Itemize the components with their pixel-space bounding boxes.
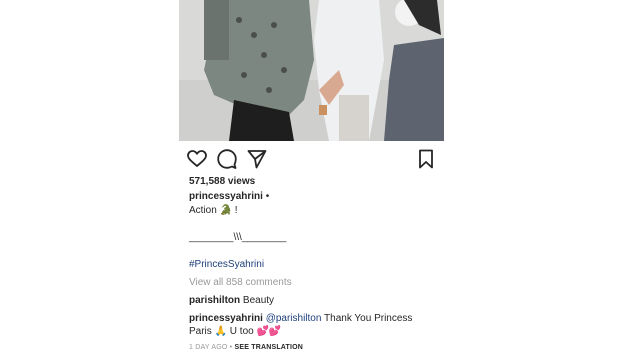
caption-username[interactable]: princessyahrini xyxy=(189,191,263,202)
heart-icon[interactable] xyxy=(187,149,207,169)
hashtag-link[interactable]: #PrincesSyahrini xyxy=(189,259,264,270)
caption-dot: • xyxy=(262,191,270,202)
post-timestamp: 1 DAY AGO xyxy=(189,344,228,351)
send-icon[interactable] xyxy=(247,149,267,169)
bookmark-icon[interactable] xyxy=(416,149,436,169)
post-video-image xyxy=(179,0,444,141)
comment-text: Beauty xyxy=(240,295,275,306)
post-video[interactable] xyxy=(179,0,444,141)
caption: princessyahrini • xyxy=(189,191,269,202)
comment-username[interactable]: princessyahrini xyxy=(189,313,263,324)
post-meta: 1 DAY AGO • SEE TRANSLATION xyxy=(189,344,303,351)
comment-icon[interactable] xyxy=(217,149,237,169)
comment-username[interactable]: parishilton xyxy=(189,295,240,306)
view-count[interactable]: 571,588 views xyxy=(189,176,255,187)
comment-mention[interactable]: @parishilton xyxy=(263,313,322,324)
comment-item: parishilton Beauty xyxy=(189,294,429,307)
caption-separator: ________\\\________ xyxy=(189,232,287,243)
action-bar xyxy=(187,149,435,169)
comment-item: princessyahrini @parishilton Thank You P… xyxy=(189,312,429,338)
see-translation-link[interactable]: SEE TRANSLATION xyxy=(234,344,303,351)
view-all-comments-link[interactable]: View all 858 comments xyxy=(189,277,292,288)
caption-text: Action 🐊 ! xyxy=(189,205,238,216)
